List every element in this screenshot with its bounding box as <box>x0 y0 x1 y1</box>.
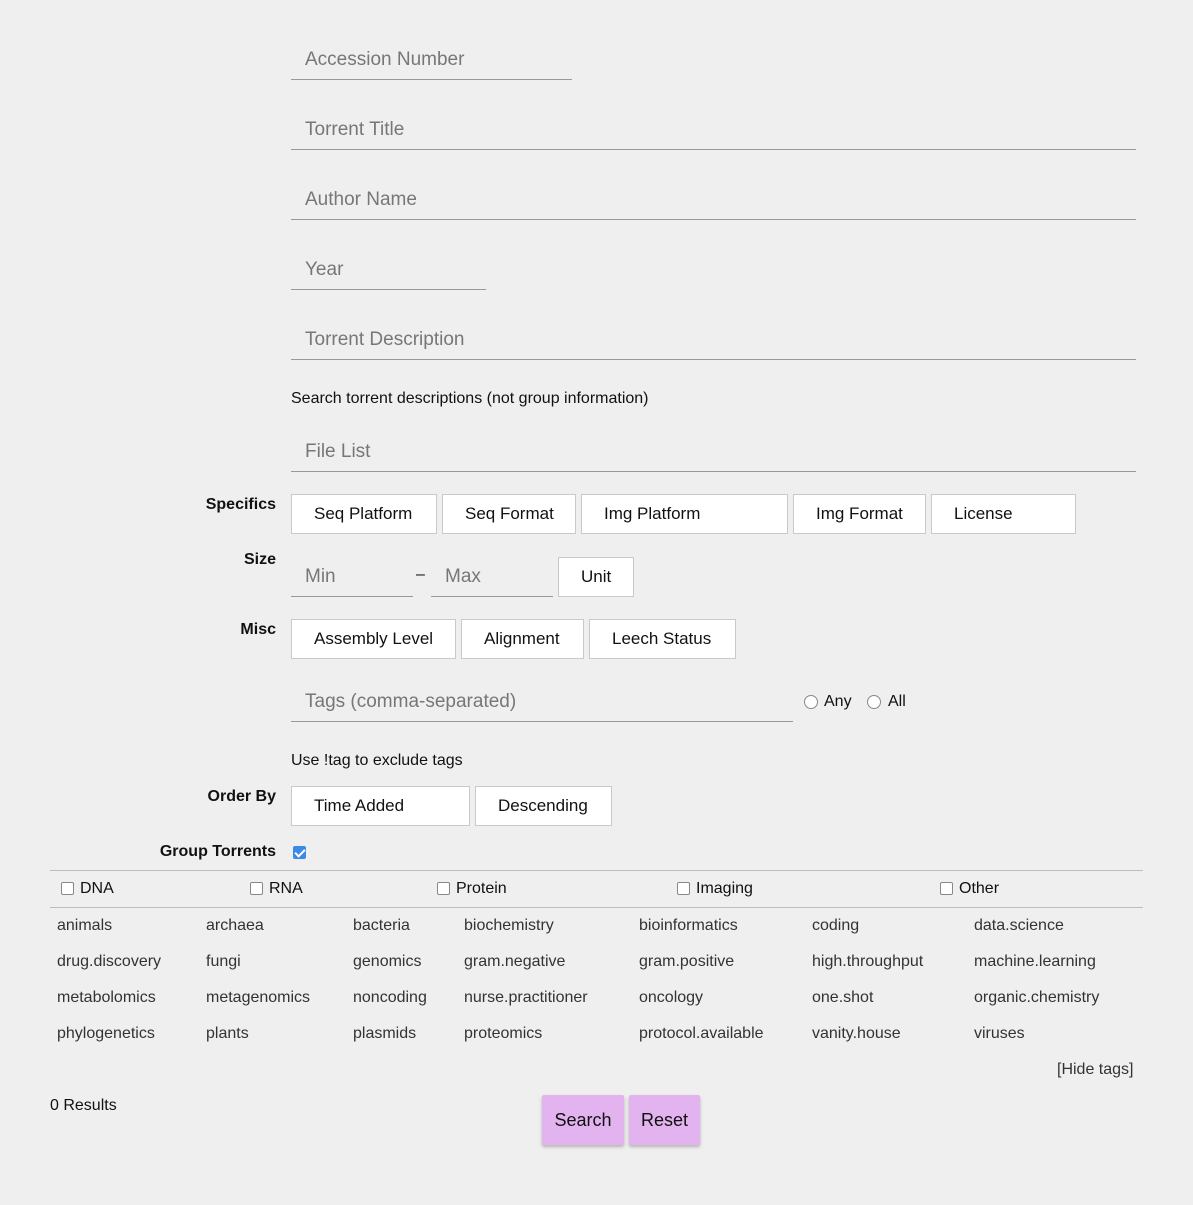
year-input[interactable] <box>291 250 486 290</box>
reset-button[interactable]: Reset <box>629 1095 700 1145</box>
tag-mode-all-label: All <box>888 693 906 710</box>
leech-status-select[interactable]: Leech Status <box>589 619 736 659</box>
category-imaging-label: Imaging <box>696 880 753 897</box>
category-protein-label: Protein <box>456 880 507 897</box>
tag-link[interactable]: gram.positive <box>639 953 734 971</box>
accession-number-input[interactable] <box>291 40 572 80</box>
order-by-label: Order By <box>207 788 276 805</box>
tag-link[interactable]: gram.negative <box>464 953 565 971</box>
tag-link[interactable]: machine.learning <box>974 953 1096 971</box>
size-unit-select[interactable]: Unit <box>558 557 634 597</box>
tags-input[interactable] <box>291 682 793 722</box>
tag-mode-any-label: Any <box>824 693 852 710</box>
category-other-checkbox[interactable] <box>940 882 953 895</box>
tag-link[interactable]: nurse.practitioner <box>464 989 588 1007</box>
tag-link[interactable]: archaea <box>206 917 264 935</box>
tag-link[interactable]: proteomics <box>464 1025 542 1043</box>
tag-link[interactable]: biochemistry <box>464 917 554 935</box>
size-min-input[interactable] <box>291 557 413 597</box>
assembly-level-select[interactable]: Assembly Level <box>291 619 456 659</box>
tag-link[interactable]: coding <box>812 917 859 935</box>
license-select[interactable]: License <box>931 494 1076 534</box>
tag-mode-all-radio[interactable] <box>867 695 881 709</box>
tag-link[interactable]: viruses <box>974 1025 1025 1043</box>
tag-link[interactable]: genomics <box>353 953 421 971</box>
img-platform-select[interactable]: Img Platform <box>581 494 788 534</box>
tag-link[interactable]: protocol.available <box>639 1025 764 1043</box>
category-rna-checkbox[interactable] <box>250 882 263 895</box>
alignment-select[interactable]: Alignment <box>461 619 584 659</box>
torrent-description-input[interactable] <box>291 320 1136 360</box>
tag-link[interactable]: plasmids <box>353 1025 416 1043</box>
group-torrents-checkbox[interactable] <box>293 846 306 859</box>
seq-format-select[interactable]: Seq Format <box>442 494 576 534</box>
order-field-select[interactable]: Time Added <box>291 786 470 826</box>
tag-link[interactable]: data.science <box>974 917 1064 935</box>
tag-link[interactable]: high.throughput <box>812 953 923 971</box>
size-label: Size <box>243 551 276 568</box>
category-imaging-checkbox[interactable] <box>677 882 690 895</box>
tag-link[interactable]: vanity.house <box>812 1025 901 1043</box>
category-top-divider <box>50 870 1143 871</box>
tag-link[interactable]: oncology <box>639 989 703 1007</box>
tag-link[interactable]: metagenomics <box>206 989 310 1007</box>
tag-link[interactable]: metabolomics <box>57 989 156 1007</box>
tag-link[interactable]: bioinformatics <box>639 917 738 935</box>
author-name-input[interactable] <box>291 180 1136 220</box>
tag-link[interactable]: plants <box>206 1025 249 1043</box>
file-list-input[interactable] <box>291 432 1136 472</box>
tag-link[interactable]: phylogenetics <box>57 1025 155 1043</box>
size-range-dash: – <box>416 566 425 583</box>
misc-label: Misc <box>240 621 276 638</box>
tags-hint: Use !tag to exclude tags <box>291 752 463 769</box>
hide-tags-link[interactable]: [Hide tags] <box>1057 1061 1133 1079</box>
category-other-label: Other <box>959 880 1000 897</box>
torrent-title-input[interactable] <box>291 110 1136 150</box>
tag-link[interactable]: organic.chemistry <box>974 989 1099 1007</box>
tag-link[interactable]: one.shot <box>812 989 873 1007</box>
tag-link[interactable]: animals <box>57 917 112 935</box>
tag-mode-any-radio[interactable] <box>804 695 818 709</box>
search-button[interactable]: Search <box>542 1095 624 1145</box>
category-rna-label: RNA <box>269 880 303 897</box>
seq-platform-select[interactable]: Seq Platform <box>291 494 437 534</box>
group-torrents-label: Group Torrents <box>159 843 276 860</box>
description-hint: Search torrent descriptions (not group i… <box>291 390 649 407</box>
tag-link[interactable]: bacteria <box>353 917 410 935</box>
category-dna-label: DNA <box>80 880 114 897</box>
tag-link[interactable]: noncoding <box>353 989 427 1007</box>
tag-link[interactable]: fungi <box>206 953 241 971</box>
img-format-select[interactable]: Img Format <box>793 494 926 534</box>
category-protein-checkbox[interactable] <box>437 882 450 895</box>
tag-link[interactable]: drug.discovery <box>57 953 161 971</box>
size-max-input[interactable] <box>431 557 553 597</box>
order-direction-select[interactable]: Descending <box>475 786 612 826</box>
specifics-label: Specifics <box>205 496 276 513</box>
results-count: 0 Results <box>50 1097 117 1114</box>
category-bottom-divider <box>50 907 1143 908</box>
category-dna-checkbox[interactable] <box>61 882 74 895</box>
